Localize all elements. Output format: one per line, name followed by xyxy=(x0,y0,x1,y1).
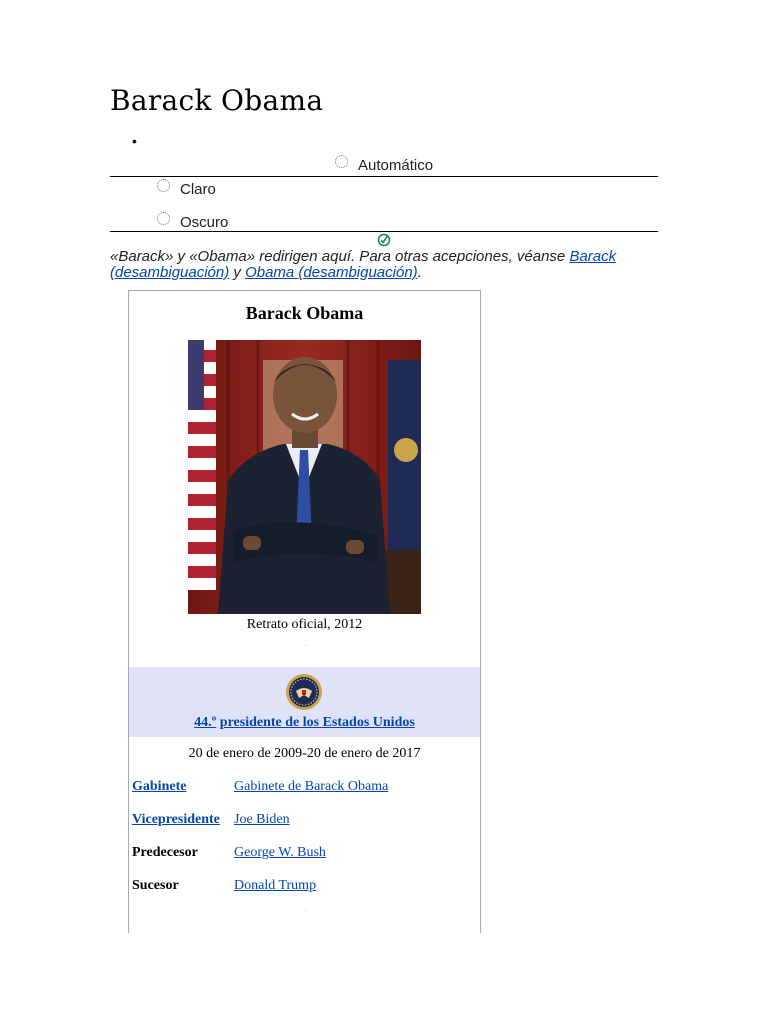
theme-option-claro[interactable]: Claro xyxy=(157,179,216,198)
row-label: Predecesor xyxy=(132,845,198,860)
image-caption: Retrato oficial, 2012 xyxy=(246,617,363,632)
theme-option-label: Claro xyxy=(180,181,216,198)
office-header: 44.º presidente de los Estados Unidos xyxy=(129,667,480,737)
hatnote: «Barack» y «Obama» redirigen aquí. Para … xyxy=(110,249,650,281)
divider xyxy=(110,176,658,177)
theme-option-oscuro[interactable]: Oscuro xyxy=(157,212,229,231)
page-title: Barack Obama xyxy=(110,84,324,117)
divider xyxy=(110,231,658,232)
theme-option-automatico[interactable]: Automático xyxy=(335,155,434,174)
radio-claro[interactable] xyxy=(157,179,170,192)
check-circle-icon xyxy=(377,233,391,247)
link-ordinal[interactable]: 44.º xyxy=(194,715,216,730)
row-value-link[interactable]: Joe Biden xyxy=(234,812,290,828)
spacer-dot xyxy=(305,910,306,911)
hatnote-text: «Barack» y «Obama» redirigen aquí. Para … xyxy=(110,248,570,265)
portrait-image[interactable] xyxy=(188,340,421,614)
office-term: 20 de enero de 2009-20 de enero de 2017 xyxy=(188,746,421,761)
row-value-link[interactable]: Gabinete de Barack Obama xyxy=(234,779,388,795)
row-label: Sucesor xyxy=(132,878,179,893)
radio-oscuro[interactable] xyxy=(157,212,170,225)
hatnote-text: . xyxy=(417,264,422,281)
row-label-link[interactable]: Vicepresidente xyxy=(132,812,220,828)
row-label-link[interactable]: Gabinete xyxy=(132,779,186,795)
radio-automatico[interactable] xyxy=(335,155,348,168)
theme-option-label: Oscuro xyxy=(180,214,229,231)
presidential-seal-icon[interactable] xyxy=(285,673,323,711)
hatnote-text: y xyxy=(229,264,246,281)
bullet: • xyxy=(132,133,137,149)
office-title: 44.º presidente de los Estados Unidos xyxy=(129,715,480,731)
row-value-link[interactable]: Donald Trump xyxy=(234,878,316,894)
link-obama-desambiguacion[interactable]: Obama (desambiguación) xyxy=(245,264,418,281)
infobox-title: Barack Obama xyxy=(245,303,364,323)
infobox: Barack Obama Retrato oficial, 2012 44.º … xyxy=(128,290,481,933)
row-value-link[interactable]: George W. Bush xyxy=(234,845,326,861)
theme-option-label: Automático xyxy=(358,157,434,174)
spacer-dot xyxy=(305,645,306,646)
link-office[interactable]: presidente de los Estados Unidos xyxy=(220,715,415,730)
